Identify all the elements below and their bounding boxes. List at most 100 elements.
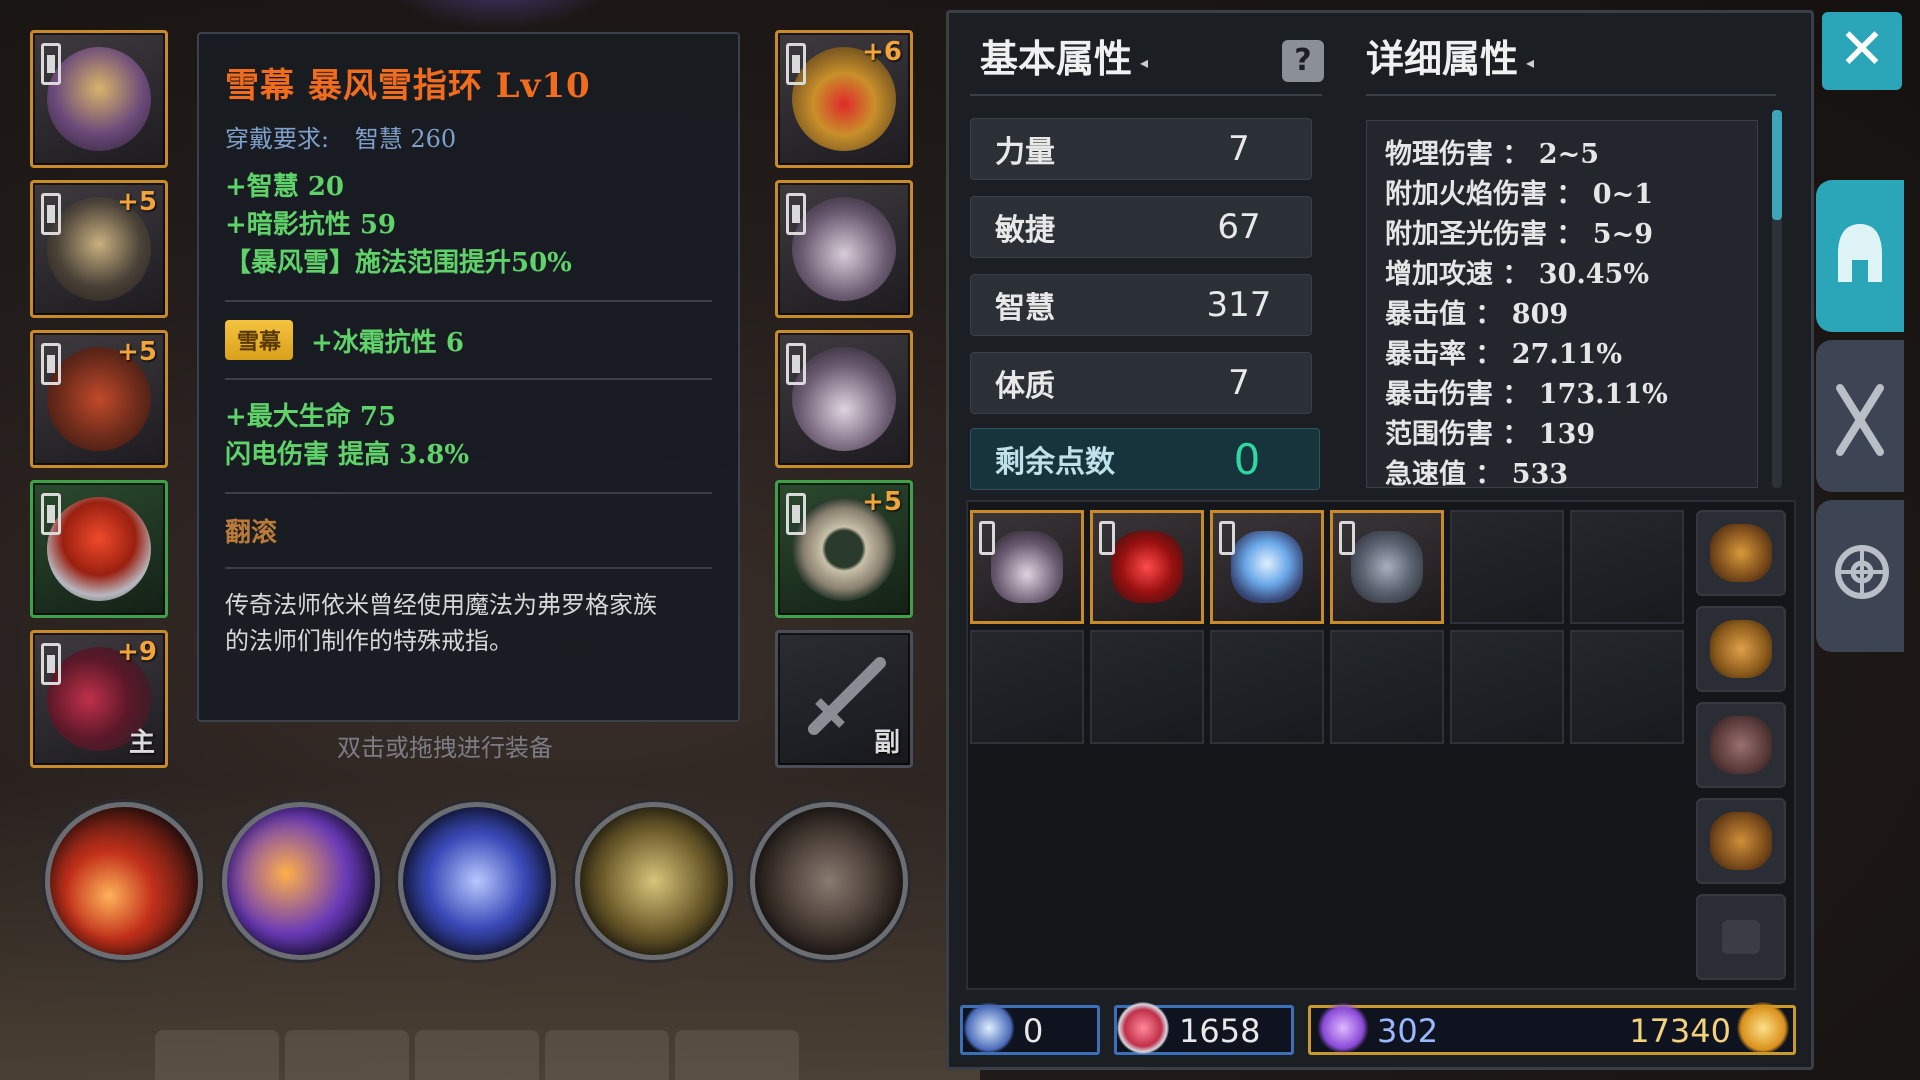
item-title: 雪幕 暴风雪指环 Lv10 (225, 66, 591, 106)
tab-crafting[interactable] (1816, 340, 1904, 492)
lock-icon (786, 193, 806, 235)
item-stat: +暗影抗性 59 (225, 210, 397, 240)
tab-detail-attributes[interactable]: 详细属性 ◂ (1366, 28, 1534, 83)
triangle-icon: ◂ (1526, 53, 1535, 72)
attribute-value: 7 (1228, 363, 1250, 403)
divider (1366, 94, 1776, 96)
tab-skills[interactable] (1816, 500, 1904, 652)
floor-tile (545, 1030, 669, 1080)
item-stat: 闪电伤害 提高 3.8% (225, 440, 470, 470)
divider (225, 492, 712, 494)
equip-slot-boots[interactable] (775, 330, 913, 468)
helmet-icon (1838, 224, 1882, 282)
gem-value: 302 (1377, 1012, 1439, 1050)
equip-slot-ring[interactable] (30, 480, 168, 618)
enhance-level: +9 (117, 637, 157, 667)
red-crystal-icon (1111, 531, 1183, 603)
detail-stat: 附加火焰伤害 ： 0~1 (1385, 179, 1653, 210)
lock-icon (41, 643, 61, 685)
detail-stat: 物理伤害 ： 2~5 (1385, 139, 1599, 170)
item-description: 的法师们制作的特殊戒指。 (225, 627, 513, 655)
inventory-slot-empty[interactable] (1090, 630, 1204, 744)
requirement-value: 智慧 260 (354, 125, 457, 153)
lock-icon (41, 43, 61, 85)
equip-slot-chest[interactable]: +5 (30, 330, 168, 468)
roll-skill-icon[interactable] (750, 802, 908, 960)
currency-gem-gold: 302 17340 (1308, 1002, 1796, 1055)
background-glow (380, 0, 620, 30)
inventory-slot[interactable] (1330, 510, 1444, 624)
currency-value: 0 (1023, 1012, 1044, 1050)
purple-gem-icon (1317, 1002, 1369, 1054)
detail-attributes-list[interactable]: 物理伤害 ： 2~5 附加火焰伤害 ： 0~1 附加圣光伤害 ： 5~9 增加攻… (1366, 120, 1758, 488)
item-tooltip: 雪幕 暴风雪指环 Lv10 穿戴要求: 智慧 260 +智慧 20 +暗影抗性 … (197, 32, 740, 722)
meteor-skill-icon[interactable] (45, 802, 203, 960)
bag-tab-2[interactable] (1696, 606, 1786, 692)
floor-tile (415, 1030, 539, 1080)
lock-icon (41, 493, 61, 535)
wand-icon (963, 1002, 1015, 1054)
inventory-slot[interactable] (970, 510, 1084, 624)
divider (225, 300, 712, 302)
inventory-slot-empty[interactable] (1450, 630, 1564, 744)
off-hand-label: 副 (873, 728, 900, 758)
item-description: 传奇法师依米曾经使用魔法为弗罗格家族 (225, 591, 657, 619)
boots-icon (991, 531, 1063, 603)
inventory-slot-empty[interactable] (1570, 630, 1684, 744)
equip-slot-main-weapon[interactable]: +9 主 (30, 630, 168, 768)
inventory-slot[interactable] (1090, 510, 1204, 624)
enhance-level: +5 (117, 187, 157, 217)
frost-ring-icon (1231, 531, 1303, 603)
inventory-slot-empty[interactable] (1450, 510, 1564, 624)
tab-basic-attributes[interactable]: 基本属性 ◂ (980, 28, 1148, 83)
currency-wand: 0 (960, 1002, 1100, 1055)
gold-value: 17340 (1629, 1012, 1731, 1050)
attribute-label: 力量 (995, 135, 1055, 170)
detail-scrollbar[interactable] (1772, 110, 1782, 488)
inventory-slot-empty[interactable] (1210, 630, 1324, 744)
locked-bag-icon (1722, 920, 1760, 954)
attribute-value: 7 (1228, 129, 1250, 169)
equip-slot-helmet[interactable] (30, 30, 168, 168)
tab-equipment[interactable] (1816, 180, 1904, 332)
equip-slot-offhand[interactable]: 副 (775, 630, 913, 768)
scrollbar-thumb[interactable] (1772, 110, 1782, 220)
equip-slot-necklace[interactable]: +6 (775, 30, 913, 168)
item-skill: 翻滚 (225, 518, 278, 548)
crystal-heart-icon (1117, 1002, 1169, 1054)
bag-tab-4[interactable] (1696, 798, 1786, 884)
bag-tab-locked[interactable] (1696, 894, 1786, 980)
attribute-wisdom: 智慧 317 (970, 274, 1312, 336)
item-stat: +最大生命 75 (225, 402, 397, 432)
lock-icon (1099, 521, 1115, 555)
equip-slot-shoulder[interactable]: +5 (30, 180, 168, 318)
fire-ice-skill-icon[interactable] (222, 802, 380, 960)
close-button[interactable]: ✕ (1822, 12, 1902, 90)
lightning-orb-skill-icon[interactable] (398, 802, 556, 960)
attribute-value: 317 (1206, 285, 1272, 325)
arcane-skill-icon[interactable] (575, 802, 733, 960)
remaining-points: 剩余点数 0 (970, 428, 1320, 490)
bag-tab-3[interactable] (1696, 702, 1786, 788)
inventory-slot-empty[interactable] (1330, 630, 1444, 744)
lock-icon (979, 521, 995, 555)
lock-icon (1339, 521, 1355, 555)
detail-stat: 增加攻速 ： 30.45% (1385, 259, 1650, 290)
attribute-label: 体质 (995, 369, 1055, 404)
inventory-slot[interactable] (1210, 510, 1324, 624)
bag-tab-1[interactable] (1696, 510, 1786, 596)
equip-slot-ring-2[interactable]: +5 (775, 480, 913, 618)
gold-coin-icon (1737, 1002, 1789, 1054)
detail-stat: 暴击伤害 ： 173.11% (1385, 379, 1668, 410)
boots-icon (792, 347, 896, 451)
item-stat: 【暴风雪】施法范围提升50% (225, 248, 572, 278)
detail-stat: 附加圣光伤害 ： 5~9 (1385, 219, 1653, 250)
equip-slot-gloves[interactable] (775, 180, 913, 318)
floor-tile (285, 1030, 409, 1080)
help-icon[interactable]: ? (1282, 40, 1324, 82)
inventory-slot-empty[interactable] (970, 630, 1084, 744)
set-badge: 雪幕 (225, 320, 294, 360)
inventory-slot-empty[interactable] (1570, 510, 1684, 624)
backpack-icon (1710, 812, 1772, 870)
enhance-level: +5 (862, 487, 902, 517)
